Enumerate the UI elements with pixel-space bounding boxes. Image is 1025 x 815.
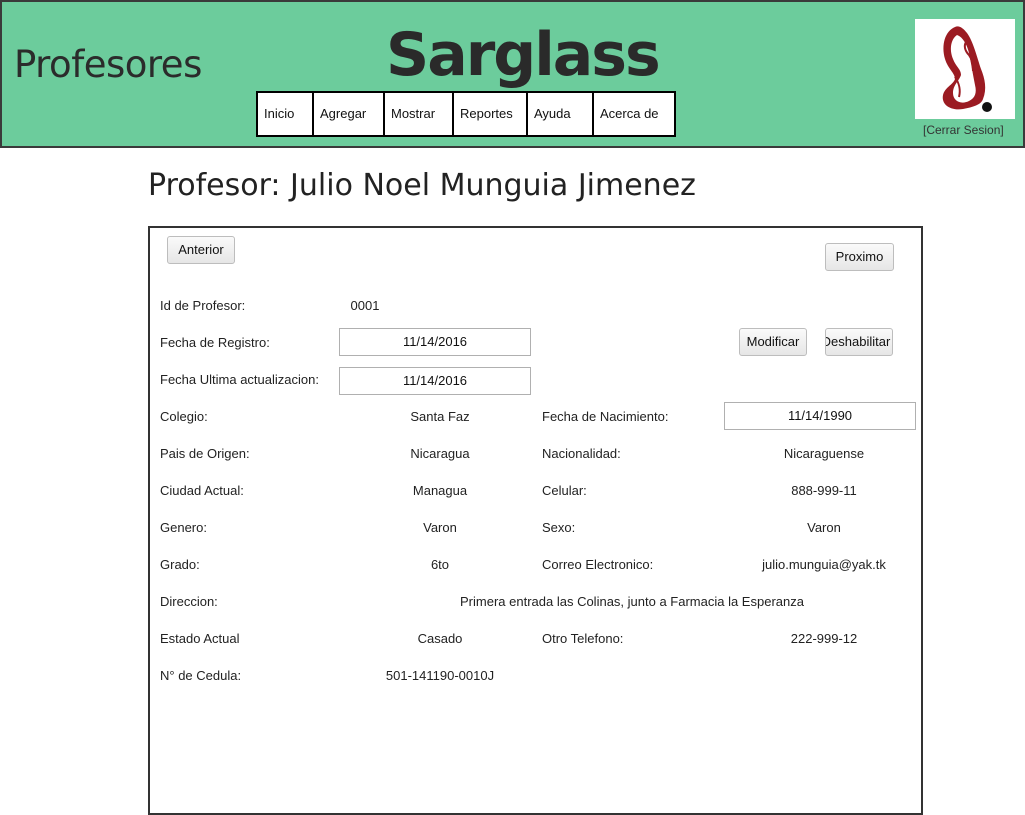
correo-value: julio.munguia@yak.tk xyxy=(762,557,886,572)
nacimiento-label: Fecha de Nacimiento: xyxy=(542,409,669,424)
main-nav: Inicio Agregar Mostrar Reportes Ayuda Ac… xyxy=(256,91,676,137)
estado-value: Casado xyxy=(417,631,463,646)
genero-value: Varon xyxy=(423,520,457,535)
actualizacion-label: Fecha Ultima actualizacion: xyxy=(160,372,319,387)
profesor-detail-panel: Anterior Proximo Id de Profesor: 0001 Fe… xyxy=(148,226,923,815)
brand-title: Sarglass xyxy=(386,20,661,90)
grado-label: Grado: xyxy=(160,557,200,572)
colegio-label: Colegio: xyxy=(160,409,208,424)
nav-item-mostrar[interactable]: Mostrar xyxy=(385,93,454,135)
direccion-label: Direccion: xyxy=(160,594,218,609)
cedula-value: 501-141190-0010J xyxy=(385,668,495,683)
sexo-value: Varon xyxy=(807,520,841,535)
previous-button[interactable]: Anterior xyxy=(167,236,235,264)
correo-label: Correo Electronico: xyxy=(542,557,654,572)
section-title: Profesores xyxy=(14,43,202,86)
nav-item-reportes[interactable]: Reportes xyxy=(454,93,528,135)
otro-telefono-label: Otro Telefono: xyxy=(542,631,624,646)
direccion-value: Primera entrada las Colinas, junto a Far… xyxy=(460,594,804,609)
nav-item-ayuda[interactable]: Ayuda xyxy=(528,93,594,135)
nav-item-inicio[interactable]: Inicio xyxy=(258,93,314,135)
celular-value: 888-999-11 xyxy=(791,483,857,498)
colegio-value: Santa Faz xyxy=(410,409,470,424)
modify-button[interactable]: Modificar xyxy=(739,328,807,356)
grado-value: 6to xyxy=(430,557,450,572)
next-button[interactable]: Proximo xyxy=(825,243,894,271)
ciudad-label: Ciudad Actual: xyxy=(160,483,244,498)
butterfly-logo-icon xyxy=(942,26,992,112)
sexo-label: Sexo: xyxy=(542,520,576,535)
celular-label: Celular: xyxy=(542,483,587,498)
nav-item-agregar[interactable]: Agregar xyxy=(314,93,385,135)
cedula-label: N° de Cedula: xyxy=(160,668,242,683)
actualizacion-date-field[interactable]: 11/14/2016 xyxy=(339,367,531,395)
registro-date-field[interactable]: 11/14/2016 xyxy=(339,328,531,356)
id-label: Id de Profesor: xyxy=(160,298,246,313)
otro-telefono-value: 222-999-12 xyxy=(790,631,858,646)
page-title: Profesor: Julio Noel Munguia Jimenez xyxy=(148,168,696,203)
estado-label: Estado Actual xyxy=(160,631,240,646)
pais-value: Nicaragua xyxy=(410,446,470,461)
ciudad-value: Managua xyxy=(412,483,468,498)
logout-link[interactable]: [Cerrar Sesion] xyxy=(923,123,1004,137)
pais-label: Pais de Origen: xyxy=(160,446,250,461)
app-header: Profesores Sarglass Inicio Agregar Mostr… xyxy=(0,0,1025,148)
nav-item-acerca-de[interactable]: Acerca de xyxy=(594,93,674,135)
registro-label: Fecha de Registro: xyxy=(160,335,270,350)
nacionalidad-label: Nacionalidad: xyxy=(542,446,621,461)
logo xyxy=(915,19,1015,119)
nacimiento-date-field[interactable]: 11/14/1990 xyxy=(724,402,916,430)
disable-button[interactable]: Deshabilitar xyxy=(825,328,893,356)
id-value: 0001 xyxy=(350,298,380,313)
genero-label: Genero: xyxy=(160,520,207,535)
nacionalidad-value: Nicaraguense xyxy=(783,446,865,461)
